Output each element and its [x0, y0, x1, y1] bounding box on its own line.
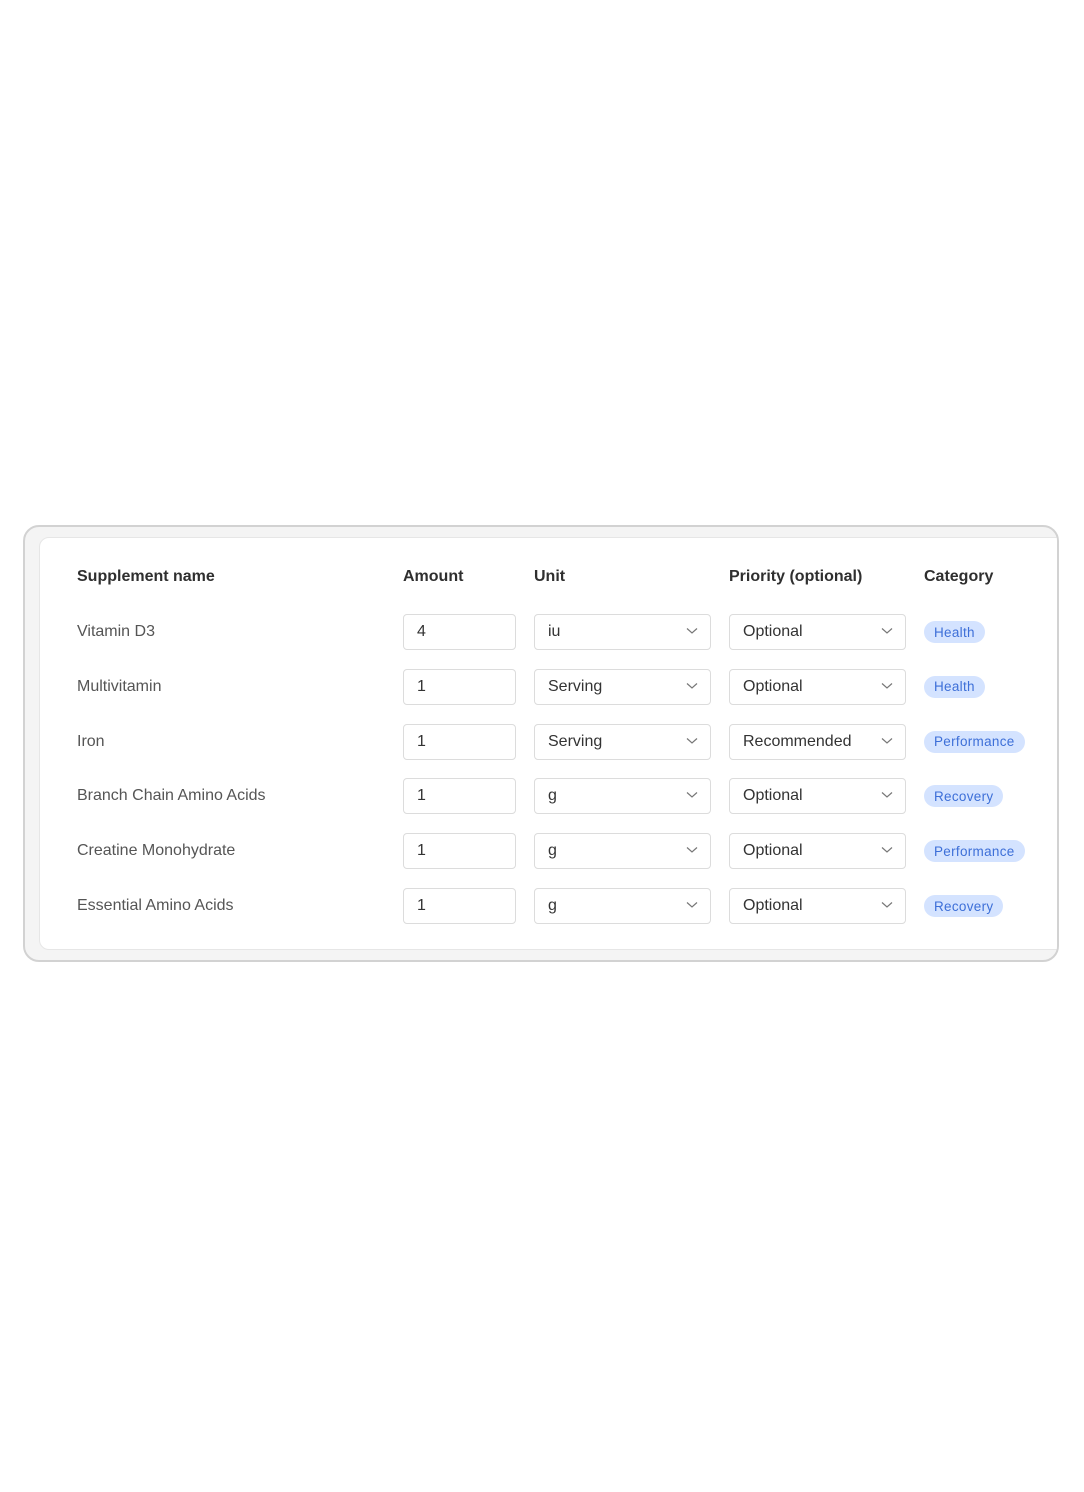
- amount-input[interactable]: 1: [403, 778, 516, 815]
- supplement-name: Branch Chain Amino Acids: [77, 787, 266, 805]
- chevron-down-icon: [881, 792, 893, 799]
- category-badge: Recovery: [924, 785, 1004, 808]
- priority-value: Optional: [743, 842, 803, 860]
- amount-input[interactable]: 1: [403, 833, 516, 870]
- unit-value: g: [548, 787, 557, 805]
- chevron-down-icon: [686, 902, 698, 908]
- priority-value: Recommended: [743, 732, 852, 750]
- header-unit: Unit: [534, 568, 566, 585]
- table-row: Multivitamin 1 Serving Optional Health: [40, 668, 1057, 705]
- table-row: Vitamin D3 4 iu Optional Health: [40, 614, 1057, 650]
- category-badge: Health: [924, 621, 985, 643]
- priority-value: Optional: [743, 677, 803, 695]
- table-row: Iron 1 Serving Recommended Performance: [40, 723, 1057, 760]
- unit-select[interactable]: iu: [534, 614, 711, 650]
- category-badge: Performance: [924, 730, 1025, 753]
- priority-value: Optional: [743, 897, 803, 914]
- header-category: Category: [924, 568, 994, 585]
- priority-select[interactable]: Optional: [729, 668, 906, 705]
- priority-select[interactable]: Recommended: [729, 723, 906, 760]
- category-badge: Health: [924, 675, 985, 698]
- chevron-down-icon: [881, 628, 893, 634]
- supplement-name: Vitamin D3: [77, 623, 155, 640]
- amount-input[interactable]: 1: [403, 723, 516, 760]
- chevron-down-icon: [686, 847, 698, 853]
- supplements-card-frame: Supplement name Amount Unit Priority (op…: [23, 525, 1059, 962]
- chevron-down-icon: [881, 682, 893, 689]
- priority-select[interactable]: Optional: [729, 833, 906, 870]
- priority-select[interactable]: Optional: [729, 614, 906, 650]
- supplement-name: Multivitamin: [77, 677, 162, 695]
- unit-select[interactable]: g: [534, 778, 711, 815]
- unit-value: iu: [548, 623, 561, 640]
- supplement-name: Iron: [77, 732, 105, 750]
- chevron-down-icon: [881, 737, 893, 744]
- chevron-down-icon: [686, 737, 698, 744]
- header-amount: Amount: [403, 568, 464, 585]
- table-row: Branch Chain Amino Acids 1 g Optional Re…: [40, 778, 1057, 815]
- table-row: Essential Amino Acids 1 g Optional Recov…: [40, 888, 1057, 924]
- unit-value: Serving: [548, 677, 603, 695]
- amount-input[interactable]: 1: [403, 888, 516, 924]
- chevron-down-icon: [686, 628, 698, 634]
- chevron-down-icon: [881, 902, 893, 908]
- priority-select[interactable]: Optional: [729, 778, 906, 815]
- priority-select[interactable]: Optional: [729, 888, 906, 924]
- table-row: Creatine Monohydrate 1 g Optional Perfor…: [40, 833, 1057, 870]
- priority-value: Optional: [743, 787, 803, 805]
- category-badge: Performance: [924, 840, 1025, 863]
- category-badge: Recovery: [924, 895, 1004, 917]
- chevron-down-icon: [686, 682, 698, 689]
- supplements-table: Supplement name Amount Unit Priority (op…: [39, 537, 1057, 950]
- header-supplement-name: Supplement name: [77, 568, 215, 585]
- unit-select[interactable]: g: [534, 888, 711, 924]
- header-priority: Priority (optional): [729, 568, 863, 585]
- unit-value: g: [548, 897, 557, 914]
- supplement-name: Essential Amino Acids: [77, 897, 234, 914]
- chevron-down-icon: [686, 792, 698, 799]
- unit-select[interactable]: g: [534, 833, 711, 870]
- chevron-down-icon: [881, 847, 893, 853]
- unit-value: Serving: [548, 732, 603, 750]
- supplement-name: Creatine Monohydrate: [77, 842, 236, 860]
- unit-select[interactable]: Serving: [534, 723, 711, 760]
- unit-value: g: [548, 842, 557, 860]
- amount-input[interactable]: 4: [403, 614, 516, 650]
- amount-input[interactable]: 1: [403, 668, 516, 705]
- unit-select[interactable]: Serving: [534, 668, 711, 705]
- priority-value: Optional: [743, 623, 803, 640]
